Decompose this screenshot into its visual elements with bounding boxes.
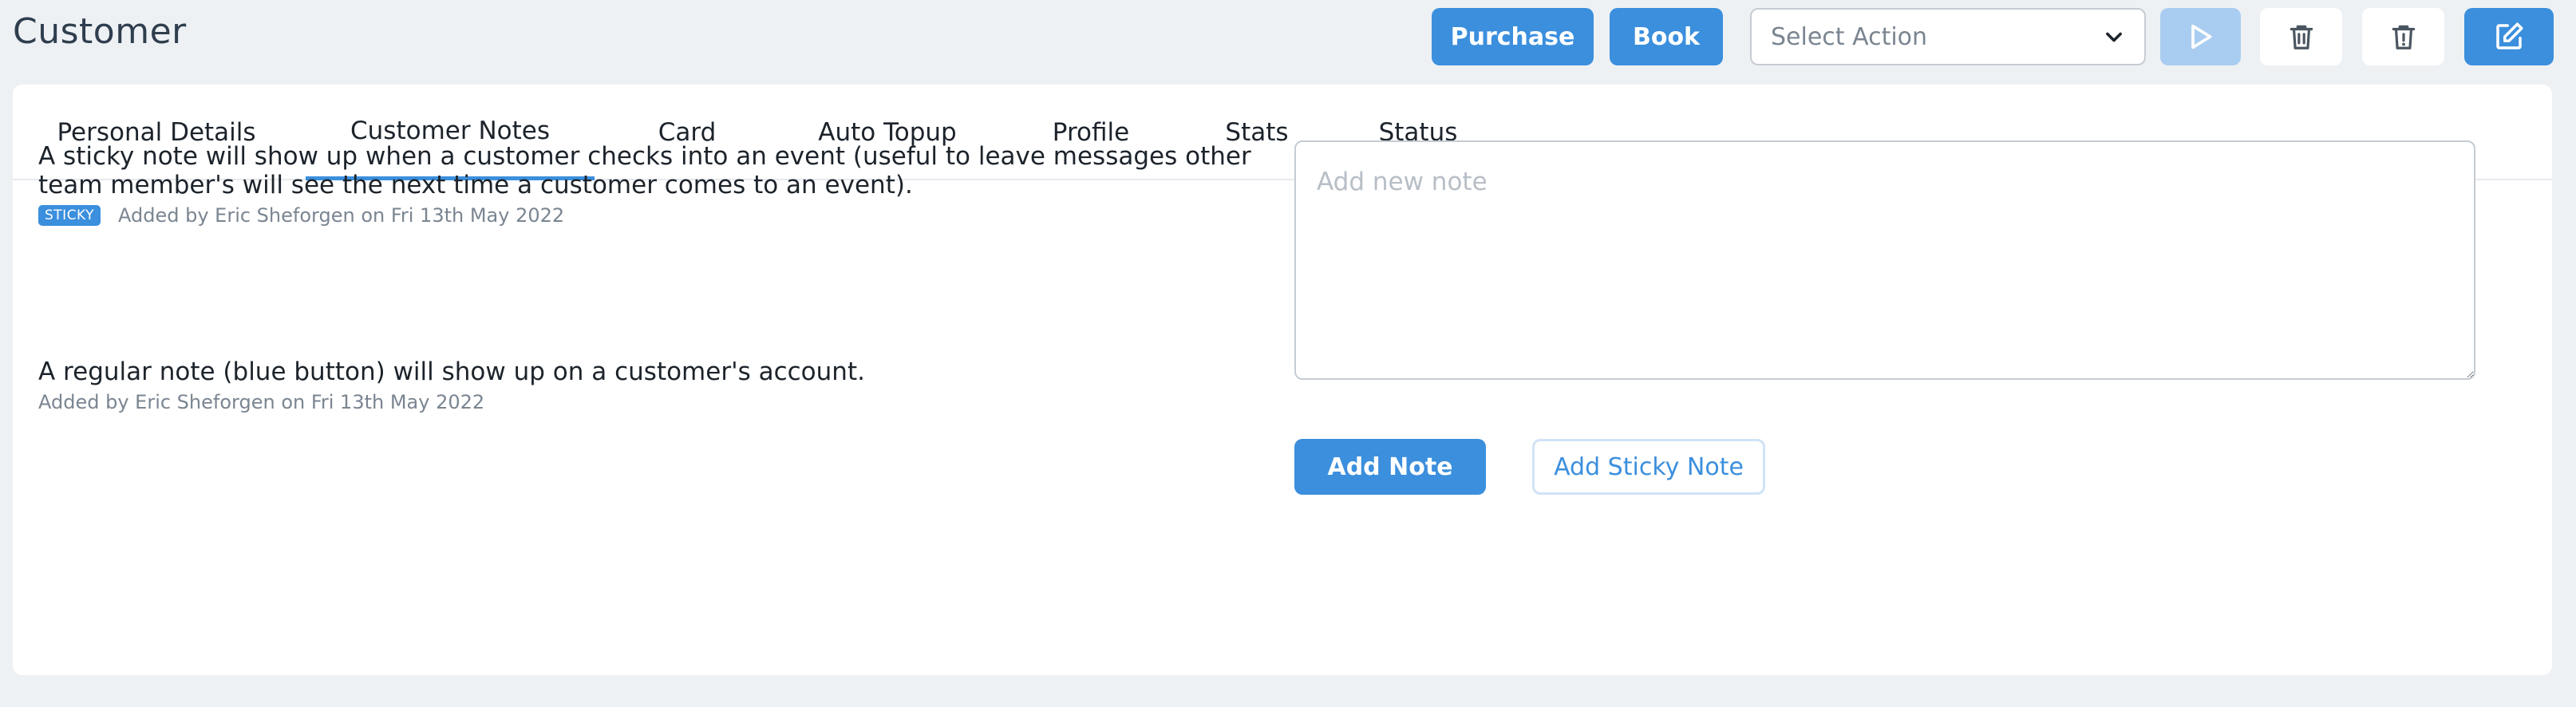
note-meta: STICKY Added by Eric Sheforgen on Fri 13… (38, 204, 1259, 227)
edit-button[interactable] (2464, 8, 2554, 65)
page-title: Customer (13, 11, 187, 52)
delete-warning-button[interactable] (2362, 8, 2444, 65)
edit-icon (2496, 22, 2523, 49)
note-item-sticky: A sticky note will show up when a custom… (38, 142, 1259, 227)
trash-alert-icon (2392, 25, 2415, 49)
select-action-value: Select Action (1771, 22, 1928, 51)
note-meta: Added by Eric Sheforgen on Fri 13th May … (38, 391, 1259, 413)
delete-button[interactable] (2260, 8, 2342, 65)
new-note-input[interactable] (1294, 140, 2475, 380)
play-icon (2191, 24, 2211, 49)
note-text: A regular note (blue button) will show u… (38, 357, 865, 386)
run-action-button[interactable] (2160, 8, 2241, 65)
chevron-down-icon (2106, 32, 2122, 42)
note-author-date: Added by Eric Sheforgen on Fri 13th May … (118, 204, 565, 227)
note-text: A sticky note will show up when a custom… (38, 142, 1251, 199)
purchase-button[interactable]: Purchase (1432, 8, 1594, 65)
trash-icon (2290, 25, 2313, 49)
book-button[interactable]: Book (1610, 8, 1723, 65)
note-item-regular: A regular note (blue button) will show u… (38, 357, 1259, 413)
select-action-dropdown[interactable]: Select Action (1750, 8, 2146, 65)
add-note-button[interactable]: Add Note (1294, 439, 1486, 495)
add-sticky-note-button[interactable]: Add Sticky Note (1532, 439, 1765, 495)
sticky-badge: STICKY (38, 205, 101, 226)
page-header: Customer Purchase Book Select Action (0, 0, 2576, 73)
note-author-date: Added by Eric Sheforgen on Fri 13th May … (38, 391, 485, 413)
